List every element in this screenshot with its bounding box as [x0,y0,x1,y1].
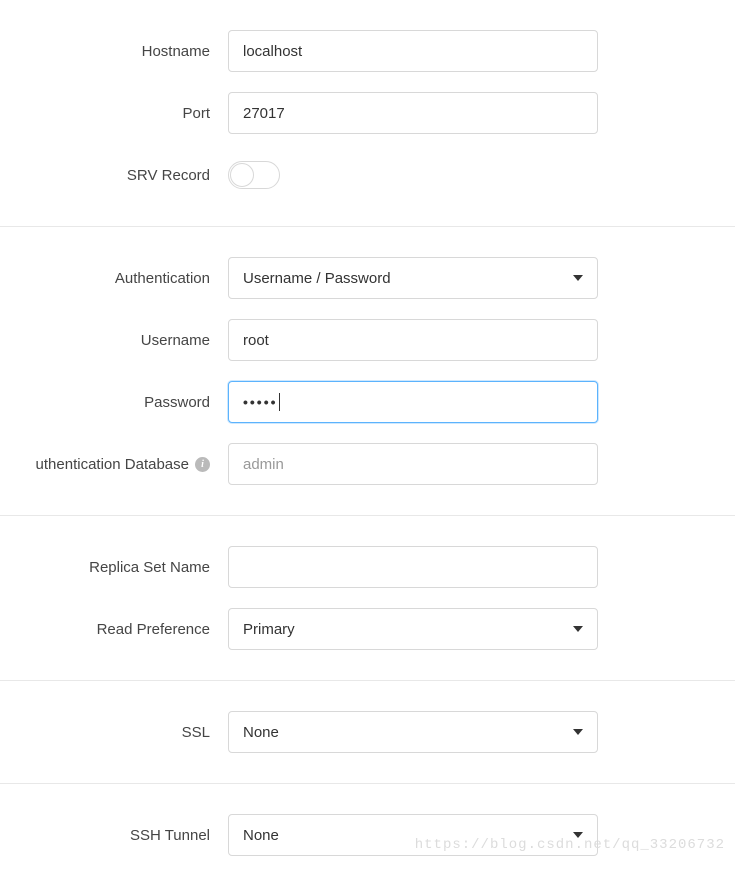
section-host: Hostname Port SRV Record [0,0,735,227]
row-ssl: SSL None [0,701,735,763]
row-replica: Replica Set Name [0,536,735,598]
port-label: Port [0,105,228,122]
section-ssh: SSH Tunnel None [0,784,735,886]
section-replica: Replica Set Name Read Preference Primary [0,516,735,681]
password-label: Password [0,394,228,411]
readpref-select[interactable]: Primary [228,608,598,650]
row-username: Username [0,309,735,371]
row-ssh: SSH Tunnel None [0,804,735,866]
info-icon[interactable]: i [195,457,210,472]
username-label: Username [0,332,228,349]
ssl-value: None [243,724,279,741]
watermark: https://blog.csdn.net/qq_33206732 [415,837,725,853]
row-hostname: Hostname [0,20,735,82]
chevron-down-icon [573,729,583,735]
replica-input[interactable] [228,546,598,588]
row-readpref: Read Preference Primary [0,598,735,660]
toggle-knob [230,163,254,187]
row-password: Password ••••• [0,371,735,433]
ssl-label: SSL [0,724,228,741]
row-authdb: uthentication Database i [0,433,735,495]
readpref-label: Read Preference [0,621,228,638]
text-cursor [279,393,280,411]
hostname-input[interactable] [228,30,598,72]
hostname-label: Hostname [0,43,228,60]
port-input[interactable] [228,92,598,134]
replica-label: Replica Set Name [0,559,228,576]
authentication-select[interactable]: Username / Password [228,257,598,299]
authentication-label: Authentication [0,270,228,287]
srv-label: SRV Record [0,167,228,184]
row-authentication: Authentication Username / Password [0,247,735,309]
section-ssl: SSL None [0,681,735,784]
chevron-down-icon [573,275,583,281]
connection-form: Hostname Port SRV Record Authentication … [0,0,735,886]
row-srv: SRV Record [0,144,735,206]
ssh-value: None [243,827,279,844]
chevron-down-icon [573,626,583,632]
authdb-label: uthentication Database i [0,456,228,473]
password-input[interactable]: ••••• [228,381,598,423]
readpref-value: Primary [243,621,295,638]
row-port: Port [0,82,735,144]
ssh-label: SSH Tunnel [0,827,228,844]
authdb-input[interactable] [228,443,598,485]
section-auth: Authentication Username / Password Usern… [0,227,735,516]
ssl-select[interactable]: None [228,711,598,753]
srv-toggle[interactable] [228,161,280,189]
password-value: ••••• [243,394,278,410]
authentication-value: Username / Password [243,270,391,287]
username-input[interactable] [228,319,598,361]
